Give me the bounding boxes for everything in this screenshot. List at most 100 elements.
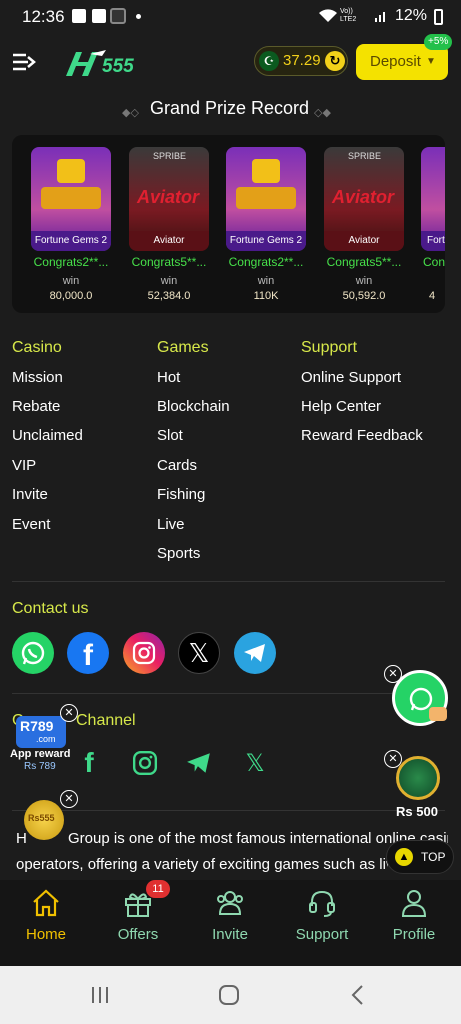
tab-home[interactable]: Home xyxy=(0,880,92,966)
contact-heading: Contact us xyxy=(12,600,89,617)
home-nav-icon[interactable] xyxy=(218,985,240,1005)
signal-icon xyxy=(375,12,385,22)
community-heading: Channel xyxy=(76,712,136,729)
support-link-feedback[interactable]: Reward Feedback xyxy=(301,427,423,444)
prize-card-5[interactable]: Fortu xyxy=(421,147,445,251)
tab-support-label: Support xyxy=(295,926,349,943)
deposit-label: Deposit xyxy=(370,53,421,70)
casino-link-unclaimed[interactable]: Unclaimed xyxy=(12,427,83,444)
carrier-label: Vo)) LTE2 xyxy=(340,8,357,23)
casino-link-rebate[interactable]: Rebate xyxy=(12,398,60,415)
fortune-gems-art-icon xyxy=(252,159,280,183)
headset-icon xyxy=(309,890,335,917)
facebook-channel-icon[interactable]: f xyxy=(74,747,104,778)
fortune-gems-art-icon xyxy=(57,159,85,183)
x-twitter-icon[interactable]: 𝕏 xyxy=(178,632,220,674)
telegram-channel-icon[interactable] xyxy=(184,748,214,778)
games-link-blockchain[interactable]: Blockchain xyxy=(157,398,230,415)
battery-icon xyxy=(434,9,443,25)
tab-offers-label: Offers xyxy=(117,926,159,943)
instagram-icon[interactable] xyxy=(123,632,165,674)
balance-amount: 37.29 xyxy=(283,52,321,69)
prize-winner: Congrats2**... xyxy=(228,255,304,269)
whatsapp-icon[interactable] xyxy=(12,632,54,674)
deposit-bonus-badge: +5% xyxy=(424,34,453,50)
games-link-slot[interactable]: Slot xyxy=(157,427,183,444)
support-link-help[interactable]: Help Center xyxy=(301,398,381,415)
prize-amount: 50,592.0 xyxy=(342,290,386,302)
status-bar: 12:36 Vo)) LTE2 12% xyxy=(0,0,461,34)
r789-logo-icon: R789 .com xyxy=(16,716,66,748)
prize-win-label: win xyxy=(160,275,178,287)
tab-profile-label: Profile xyxy=(392,926,436,943)
prize-win-label: win xyxy=(62,275,80,287)
games-link-fishing[interactable]: Fishing xyxy=(157,486,205,503)
balance-pill[interactable]: ☪ 37.29 ↻ xyxy=(254,46,348,76)
x-channel-icon[interactable]: 𝕏 xyxy=(240,748,270,778)
divider xyxy=(12,810,445,811)
tab-offers[interactable]: Offers 11 xyxy=(92,880,184,966)
prize-amount: 52,384.0 xyxy=(147,290,191,302)
invite-icon xyxy=(217,891,243,915)
tab-profile[interactable]: Profile xyxy=(368,880,460,966)
more-notifications-icon xyxy=(136,14,141,19)
app-logo[interactable]: 555 xyxy=(62,44,142,80)
prize-amount: 80,000.0 xyxy=(49,290,93,302)
refresh-icon[interactable]: ↻ xyxy=(325,51,345,71)
about-text-line2: operators, offering a variety of excitin… xyxy=(16,856,388,873)
casino-link-invite[interactable]: Invite xyxy=(12,486,48,503)
close-wheel-icon[interactable]: ✕ xyxy=(384,750,402,768)
hand-pointer-icon xyxy=(429,707,447,721)
wheel-icon xyxy=(396,756,440,800)
facebook-icon[interactable]: f xyxy=(67,632,109,674)
prize-winner: Con xyxy=(423,255,445,269)
divider xyxy=(12,581,445,582)
prize-card-game: Fortune Gems 2 xyxy=(31,231,111,251)
system-nav-bar xyxy=(0,966,461,1024)
games-link-sports[interactable]: Sports xyxy=(157,545,200,562)
arrow-up-icon: ▲ xyxy=(395,848,413,866)
tab-invite[interactable]: Invite xyxy=(184,880,276,966)
prize-card-game: Fortune Gems 2 xyxy=(226,231,306,251)
recent-apps-icon[interactable] xyxy=(90,986,110,1004)
battery-percent: 12% xyxy=(395,7,428,24)
casino-link-event[interactable]: Event xyxy=(12,516,50,533)
r789-caption: App reward xyxy=(10,748,71,760)
app-notification-icon xyxy=(110,8,126,24)
diamond-left-icon: ◆◇ xyxy=(122,107,139,119)
top-label: TOP xyxy=(421,850,446,864)
games-heading: Games xyxy=(157,339,209,356)
prize-card-game: Aviator xyxy=(129,231,209,251)
close-coin-icon[interactable]: ✕ xyxy=(60,790,78,808)
telegram-icon[interactable] xyxy=(234,632,276,674)
logo-text: 555 xyxy=(102,56,134,77)
prize-card-1[interactable]: Fortune Gems 2 xyxy=(31,147,111,251)
support-link-online[interactable]: Online Support xyxy=(301,369,401,386)
menu-icon[interactable] xyxy=(12,53,36,71)
casino-link-mission[interactable]: Mission xyxy=(12,369,63,386)
prize-winner: Congrats5**... xyxy=(131,255,207,269)
prize-card-game: Aviator xyxy=(324,231,404,251)
back-to-top-button[interactable]: ▲ TOP xyxy=(386,840,454,874)
tab-support[interactable]: Support xyxy=(276,880,368,966)
games-link-live[interactable]: Live xyxy=(157,516,185,533)
close-whatsapp-float-icon[interactable]: ✕ xyxy=(384,665,402,683)
casino-link-vip[interactable]: VIP xyxy=(12,457,36,474)
prize-card-2[interactable]: SPRIBE Aviator Aviator xyxy=(129,147,209,251)
spribe-logo: SPRIBE xyxy=(348,151,382,161)
close-r789-icon[interactable]: ✕ xyxy=(60,704,78,722)
tab-invite-label: Invite xyxy=(212,926,248,943)
back-icon[interactable] xyxy=(350,985,366,1005)
support-heading: Support xyxy=(301,339,358,356)
grand-prize-title: Grand Prize Record xyxy=(150,98,310,118)
aviator-art-icon: Aviator xyxy=(137,187,200,207)
check-icon xyxy=(92,9,106,23)
prize-card-3[interactable]: Fortune Gems 2 xyxy=(226,147,306,251)
grand-prize-heading: ◆◇ Grand Prize Record ◇◆ xyxy=(0,90,461,128)
instagram-channel-icon[interactable] xyxy=(130,748,160,778)
grand-prize-panel[interactable]: Fortune Gems 2 SPRIBE Aviator Aviator Fo… xyxy=(12,135,445,313)
spribe-logo: SPRIBE xyxy=(153,151,187,161)
games-link-hot[interactable]: Hot xyxy=(157,369,180,386)
prize-card-4[interactable]: SPRIBE Aviator Aviator xyxy=(324,147,404,251)
games-link-cards[interactable]: Cards xyxy=(157,457,197,474)
